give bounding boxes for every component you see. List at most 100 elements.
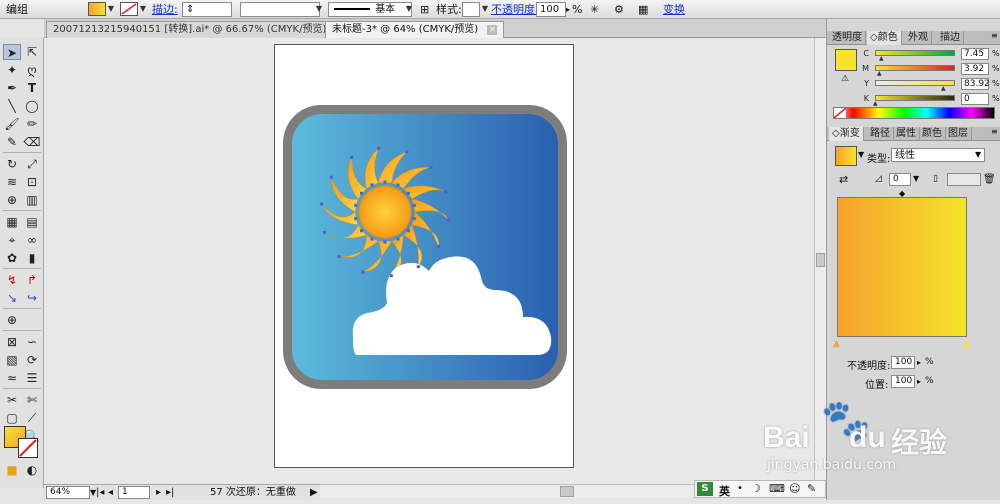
pencil-tool-icon[interactable]: ✏: [23, 116, 41, 132]
shape-builder-tool-icon[interactable]: ⊕: [3, 192, 21, 208]
brush-profile-field[interactable]: 基本: [328, 2, 412, 17]
slider-knob[interactable]: ▲: [941, 86, 947, 92]
anchor-point[interactable]: [361, 270, 365, 274]
type-tool-icon[interactable]: T: [23, 80, 41, 96]
custom-tool-red-icon[interactable]: ↯: [3, 272, 21, 288]
k-slider[interactable]: [875, 95, 955, 101]
gradient-tool-icon[interactable]: ▤: [23, 214, 41, 230]
stop-opacity-dropdown-icon[interactable]: ▸: [917, 358, 921, 367]
column-graph-tool-icon[interactable]: ▮: [23, 250, 41, 266]
scale-tool-icon[interactable]: ⤢: [23, 156, 41, 172]
stroke-color-swatch[interactable]: [18, 438, 38, 458]
wrench-icon[interactable]: ✎: [807, 482, 816, 495]
color-mode-icon[interactable]: ■: [3, 462, 21, 478]
align-dropdown-icon[interactable]: ▦: [638, 2, 648, 17]
weather-icon-artwork[interactable]: [275, 45, 573, 467]
magic-wand-tool-icon[interactable]: ✦: [3, 62, 21, 78]
warp-tool-icon[interactable]: ≋: [3, 174, 21, 190]
graphic-style-swatch[interactable]: [462, 2, 480, 17]
live-paint-tool-icon[interactable]: ▥: [23, 192, 41, 208]
ime-logo-icon[interactable]: S: [697, 482, 713, 496]
opacity-dropdown-icon[interactable]: ▸: [566, 2, 570, 17]
tab-document-1[interactable]: 20071213215940151 [转换].ai* @ 66.67% (CMY…: [46, 21, 353, 38]
blob-brush-tool-icon[interactable]: ✎: [3, 134, 21, 150]
panel-menu-icon[interactable]: ≡: [991, 31, 998, 40]
anchor-point[interactable]: [354, 217, 358, 221]
rotate-tool-icon[interactable]: ↻: [3, 156, 21, 172]
paintbrush-tool-icon[interactable]: 🖌: [3, 116, 21, 132]
perspective-grid-tool-icon[interactable]: ▦: [3, 214, 21, 230]
anchor-point[interactable]: [412, 217, 416, 221]
anchor-point[interactable]: [377, 146, 381, 150]
anchor-point[interactable]: [406, 191, 410, 195]
tab-pathfinder[interactable]: 路径: [867, 127, 894, 141]
m-value[interactable]: 3.92: [961, 63, 989, 75]
tab-color-2[interactable]: 颜色: [919, 127, 946, 141]
stroke-weight-input[interactable]: ⇕: [182, 2, 232, 17]
tab-color[interactable]: ◇颜色: [867, 31, 902, 45]
stroke-dropdown-icon[interactable]: ▼: [138, 2, 148, 16]
next-page-icon[interactable]: ▸: [156, 487, 161, 499]
anchor-point[interactable]: [437, 245, 441, 249]
anchor-point[interactable]: [370, 183, 374, 187]
fill-dropdown-icon[interactable]: ▼: [106, 2, 116, 16]
anchor-point[interactable]: [405, 150, 409, 154]
c-value[interactable]: 7.45: [961, 48, 989, 60]
gradient-slider-preview[interactable]: [837, 197, 967, 337]
anchor-point[interactable]: [329, 175, 333, 179]
scribble-tool-icon[interactable]: ≈: [3, 370, 21, 386]
ime-mode-label[interactable]: 英: [719, 483, 730, 499]
width-profile-dropdown-icon[interactable]: ▼: [314, 2, 324, 16]
selection-tool-icon[interactable]: ➤: [3, 44, 21, 60]
color-stop-left-icon[interactable]: ▲: [833, 339, 840, 349]
anchor-point[interactable]: [396, 183, 400, 187]
symbol-sprayer-tool-icon[interactable]: ✿: [3, 250, 21, 266]
direct-selection-tool-icon[interactable]: ⇱: [23, 44, 41, 60]
color-spectrum[interactable]: [833, 107, 995, 119]
angle-dropdown-icon[interactable]: ▼: [913, 174, 919, 183]
tab-transparency[interactable]: 透明度: [829, 31, 866, 45]
tab-layers[interactable]: 图层: [945, 127, 972, 141]
free-transform-tool-icon[interactable]: ⊡: [23, 174, 41, 190]
punctuation-icon[interactable]: •: [737, 483, 743, 494]
anchor-point[interactable]: [383, 240, 387, 244]
gradient-swatch-dropdown-icon[interactable]: ▼: [858, 150, 864, 159]
location-input[interactable]: 100: [891, 375, 915, 388]
transform-link[interactable]: 变换: [663, 2, 685, 17]
anchor-point[interactable]: [354, 203, 358, 207]
reverse-gradient-icon[interactable]: ⇄: [839, 173, 848, 186]
lasso-tool-icon[interactable]: ღ: [23, 62, 41, 78]
last-page-icon[interactable]: ▸|: [166, 487, 174, 499]
sun-disc[interactable]: [358, 185, 412, 239]
stroke-label[interactable]: 描边:: [152, 2, 178, 17]
ellipse-tool-icon[interactable]: ◯: [23, 98, 41, 114]
close-icon[interactable]: ×: [487, 25, 498, 35]
anchor-point[interactable]: [412, 203, 416, 207]
brush-dropdown-icon[interactable]: ▼: [404, 2, 414, 16]
y-value[interactable]: 83.92: [961, 78, 990, 90]
anchor-point[interactable]: [337, 255, 341, 259]
stroke-none-swatch[interactable]: [120, 2, 138, 16]
scroll-thumb[interactable]: [816, 253, 825, 267]
mesh-tool-icon[interactable]: ⊠: [3, 334, 21, 350]
custom-tool-curve-icon[interactable]: ↱: [23, 272, 41, 288]
anchor-point[interactable]: [446, 218, 450, 222]
slider-knob[interactable]: ▲: [873, 101, 879, 107]
tab-appearance[interactable]: 外观: [905, 31, 932, 45]
anchor-point[interactable]: [406, 229, 410, 233]
page-input[interactable]: 1: [118, 486, 150, 499]
artboard-tool-icon[interactable]: ▢: [3, 410, 21, 426]
delete-stop-icon[interactable]: 🗑: [983, 174, 996, 185]
slider-knob[interactable]: ▲: [879, 56, 885, 62]
anchor-point[interactable]: [360, 191, 364, 195]
gradient-preview-swatch[interactable]: [835, 146, 857, 166]
tab-document-2[interactable]: 未标题-3* @ 64% (CMYK/预览) ×: [325, 21, 505, 38]
anchor-point[interactable]: [370, 237, 374, 241]
slice-tool-icon[interactable]: ⟋: [23, 410, 41, 426]
artboard[interactable]: [274, 44, 574, 468]
knife-tool-icon[interactable]: ✂: [3, 392, 21, 408]
style-dropdown-icon[interactable]: ▼: [480, 2, 490, 16]
scissors-tool-icon[interactable]: ✄: [23, 392, 41, 408]
align-grid-icon[interactable]: ⊞: [420, 2, 429, 17]
panel-menu-icon[interactable]: ≡: [991, 127, 998, 136]
